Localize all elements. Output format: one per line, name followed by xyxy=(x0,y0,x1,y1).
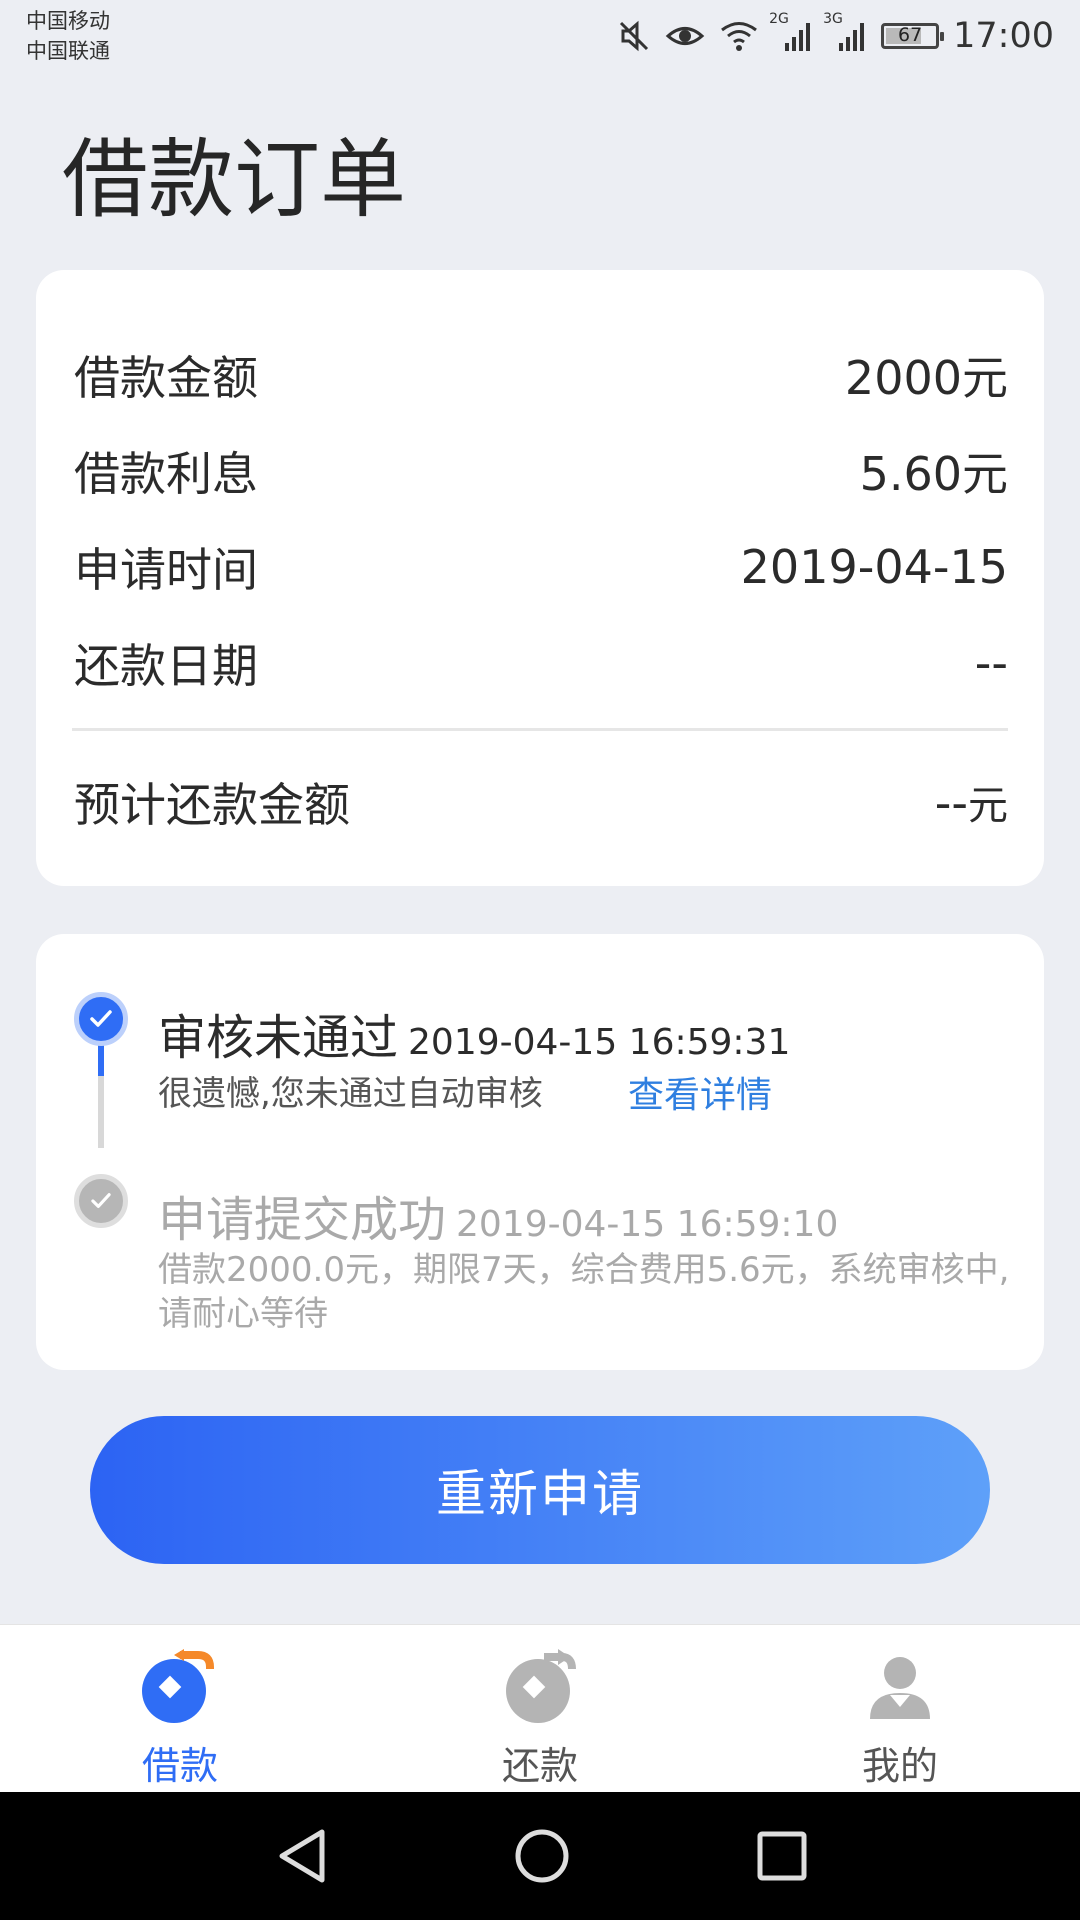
carrier-secondary: 中国联通 xyxy=(26,39,110,63)
signal-2g-icon: 2G xyxy=(769,11,813,53)
home-icon[interactable] xyxy=(512,1826,572,1886)
system-nav-bar xyxy=(0,1792,1080,1920)
tab-mine[interactable]: 我的 xyxy=(800,1625,1000,1793)
timeline-description: 很遗憾,您未通过自动审核 xyxy=(158,1074,543,1114)
timeline-timestamp: 2019-04-15 16:59:10 xyxy=(456,1204,839,1245)
loan-interest-value: 5.60元 xyxy=(859,447,1008,501)
loan-interest-label: 借款利息 xyxy=(74,447,258,501)
mute-icon xyxy=(617,19,651,53)
timeline-description: 借款2000.0元，期限7天，综合费用5.6元，系统审核中,请耐心等待 xyxy=(158,1250,1010,1334)
battery-icon: 67 xyxy=(881,23,945,49)
tab-repay[interactable]: 还款 xyxy=(440,1625,640,1793)
page-title: 借款订单 xyxy=(62,130,406,230)
timeline-timestamp: 2019-04-15 16:59:31 xyxy=(408,1022,791,1063)
repay-date-value: -- xyxy=(974,636,1008,690)
timeline-status-title: 审核未通过 xyxy=(158,1010,399,1066)
carrier-info: 中国移动 中国联通 xyxy=(26,6,110,66)
eye-comfort-icon xyxy=(665,21,705,51)
check-icon xyxy=(74,992,128,1046)
status-icons: 2G 3G 67 17:00 xyxy=(617,11,1054,58)
view-details-link[interactable]: 查看详情 xyxy=(628,1066,772,1118)
apply-time-row: 申请时间 2019-04-15 xyxy=(74,537,1008,597)
network-type-label: 2G xyxy=(769,11,789,27)
status-bar: 中国移动 中国联通 2G 3G 67 17:00 xyxy=(0,0,1080,80)
divider xyxy=(72,728,1008,731)
loan-amount-value: 2000元 xyxy=(844,351,1008,405)
timeline-status-title: 申请提交成功 xyxy=(158,1192,447,1248)
check-icon xyxy=(74,1174,128,1228)
apply-time-label: 申请时间 xyxy=(74,543,258,597)
repay-icon xyxy=(506,1649,576,1723)
repay-date-label: 还款日期 xyxy=(74,639,258,693)
tab-borrow[interactable]: 借款 xyxy=(80,1625,280,1793)
repay-date-row: 还款日期 -- xyxy=(74,633,1008,693)
clock: 17:00 xyxy=(953,16,1054,56)
timeline-connector xyxy=(98,1076,104,1148)
borrow-icon xyxy=(142,1649,214,1723)
apply-time-value: 2019-04-15 xyxy=(740,540,1008,594)
loan-interest-row: 借款利息 5.60元 xyxy=(74,441,1008,501)
bottom-tab-bar: 借款 还款 我的 xyxy=(0,1624,1080,1793)
carrier-primary: 中国移动 xyxy=(26,9,110,33)
timeline-status: 审核未通过 2019-04-15 16:59:31 xyxy=(158,998,790,1068)
back-icon[interactable] xyxy=(274,1826,330,1886)
network-type-label: 3G xyxy=(823,11,843,27)
profile-icon xyxy=(870,1657,930,1719)
expected-repay-row: 预计还款金额 --元 xyxy=(74,772,1008,832)
wifi-icon xyxy=(719,20,759,52)
expected-repay-label: 预计还款金额 xyxy=(74,778,350,832)
tab-borrow-label: 借款 xyxy=(141,1744,218,1788)
expected-repay-amount: -- xyxy=(934,776,968,830)
reapply-button[interactable]: 重新申请 xyxy=(90,1416,990,1564)
loan-amount-label: 借款金额 xyxy=(74,351,258,405)
loan-info-card: 借款金额 2000元 借款利息 5.60元 申请时间 2019-04-15 还款… xyxy=(36,270,1044,886)
tab-mine-label: 我的 xyxy=(861,1744,938,1788)
signal-3g-icon: 3G xyxy=(823,11,867,53)
tab-repay-label: 还款 xyxy=(501,1744,578,1788)
battery-level: 67 xyxy=(898,24,923,46)
review-timeline-card: 审核未通过 2019-04-15 16:59:31 很遗憾,您未通过自动审核 查看… xyxy=(36,934,1044,1370)
expected-repay-value: --元 xyxy=(935,773,1008,831)
recents-icon[interactable] xyxy=(754,1826,810,1886)
loan-amount-row: 借款金额 2000元 xyxy=(74,345,1008,405)
timeline-status: 申请提交成功 2019-04-15 16:59:10 xyxy=(158,1180,838,1250)
expected-repay-unit: 元 xyxy=(968,783,1008,829)
